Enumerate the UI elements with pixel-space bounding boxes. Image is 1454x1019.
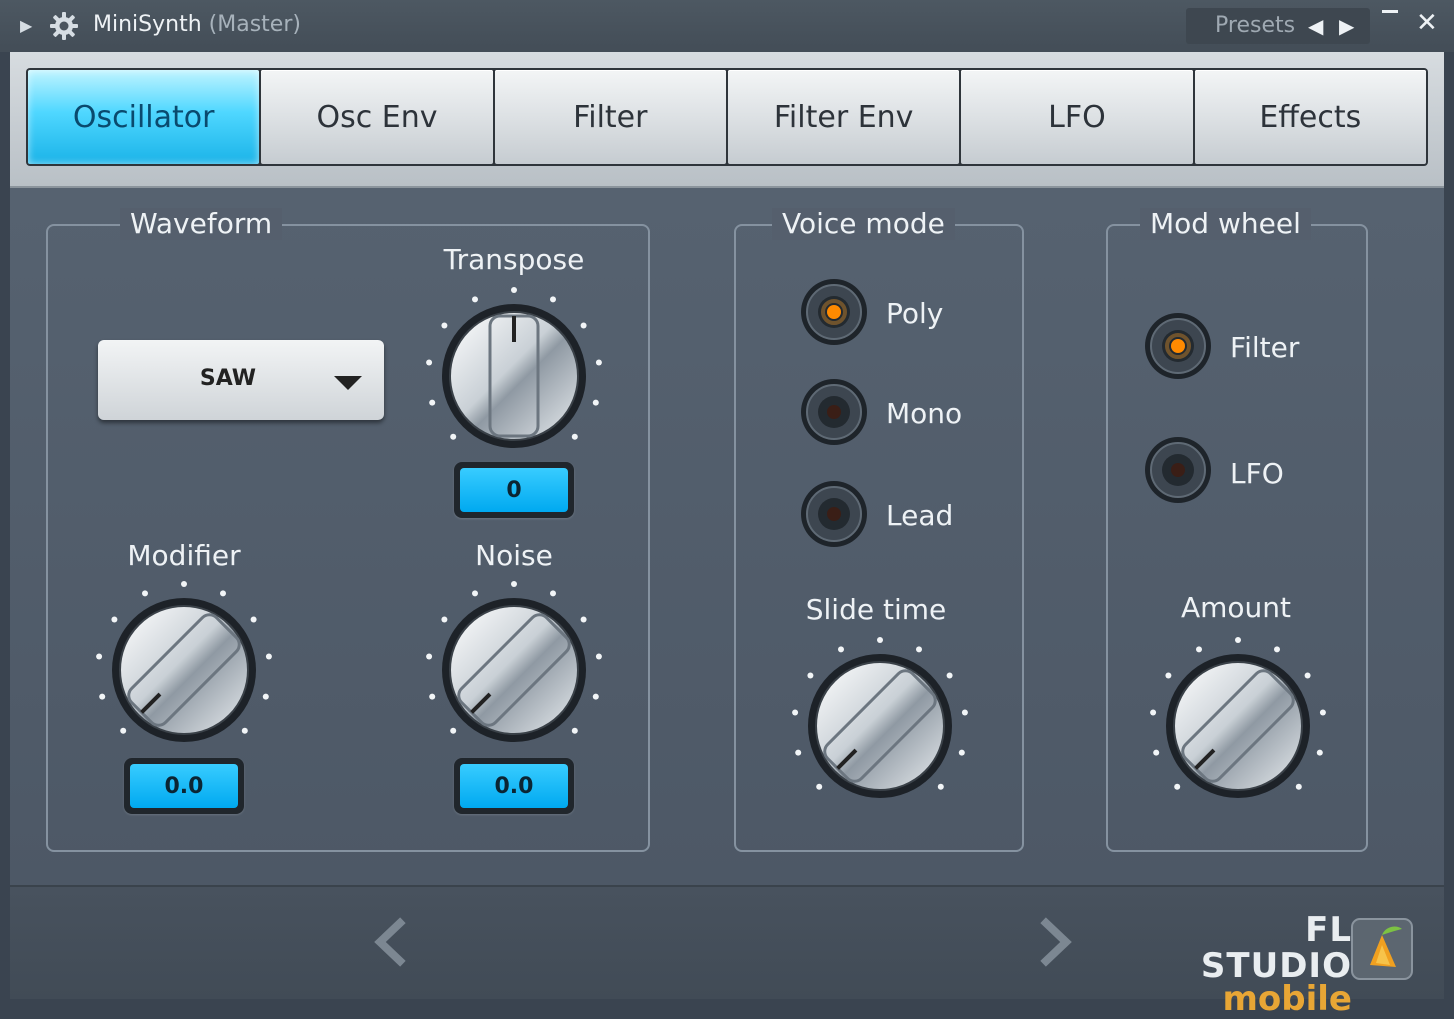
voice-poly-radio[interactable] [800, 278, 868, 346]
window-title-text: MiniSynth [93, 12, 202, 37]
transpose-value: 0 [460, 468, 568, 512]
window-title: MiniSynth (Master) [93, 11, 301, 39]
preset-next-icon[interactable]: ▶ [1339, 14, 1354, 38]
footer-bar: FL STUDIO mobile [10, 885, 1444, 1016]
tab-filter-env[interactable]: Filter Env [727, 70, 960, 164]
transpose-value-display[interactable]: 0 [454, 462, 574, 518]
chevron-left-icon[interactable] [370, 917, 410, 967]
modifier-label: Modifier [127, 539, 241, 572]
transpose-knob[interactable] [424, 286, 604, 466]
tab-effects[interactable]: Effects [1194, 70, 1426, 164]
tab-osc-env[interactable]: Osc Env [261, 70, 493, 164]
voice-mono-label[interactable]: Mono [886, 398, 962, 430]
modwheel-lfo-label[interactable]: LFO [1230, 458, 1284, 490]
presets-label[interactable]: Presets [1215, 12, 1295, 40]
fruit-logo-icon [1351, 918, 1413, 980]
expand-arrow-icon[interactable]: ▶ [20, 16, 32, 36]
waveform-group: Waveform SAW Transpose 0 Modifier 0.0 No… [46, 208, 650, 852]
modifier-value-display[interactable]: 0.0 [124, 758, 244, 814]
waveform-dropdown[interactable]: SAW [98, 340, 384, 420]
chevron-right-icon[interactable] [1036, 917, 1076, 967]
noise-label: Noise [475, 539, 553, 572]
voice-mode-group: Voice mode Poly Mono Lead Slide time [734, 208, 1024, 852]
voice-mono-radio[interactable] [800, 378, 868, 446]
waveform-selected-value: SAW [199, 366, 257, 391]
close-icon[interactable]: ✕ [1416, 8, 1438, 38]
modifier-knob[interactable] [94, 580, 274, 760]
modwheel-filter-radio[interactable] [1144, 312, 1212, 380]
amount-knob[interactable] [1148, 636, 1328, 816]
voice-poly-label[interactable]: Poly [886, 298, 943, 330]
modifier-value: 0.0 [130, 764, 238, 808]
tab-strip: Oscillator Osc Env Filter Filter Env LFO… [26, 68, 1428, 166]
transpose-label: Transpose [443, 243, 585, 276]
voice-mode-legend: Voice mode [772, 208, 955, 240]
presets-bar: Presets ◀ ▶ [1186, 8, 1370, 44]
brand-line-2: mobile [1222, 979, 1353, 1019]
voice-lead-label[interactable]: Lead [886, 500, 953, 532]
mod-wheel-group: Mod wheel Filter LFO Amount [1106, 208, 1368, 852]
slide-time-label: Slide time [805, 593, 947, 626]
dropdown-arrow-icon [334, 376, 362, 390]
brand-line-1: FL STUDIO [1200, 910, 1352, 986]
noise-value-display[interactable]: 0.0 [454, 758, 574, 814]
fl-studio-logo-text: FL STUDIO mobile [1182, 912, 1352, 1016]
waveform-legend: Waveform [120, 208, 283, 240]
minimize-icon[interactable] [1382, 10, 1398, 13]
title-bar: ▶ MiniSynth (Master) Presets ◀ ▶ ✕ [0, 0, 1454, 52]
preset-prev-icon[interactable]: ◀ [1308, 14, 1323, 38]
tab-oscillator[interactable]: Oscillator [28, 70, 260, 164]
slide-time-knob[interactable] [790, 636, 970, 816]
tab-bar: Oscillator Osc Env Filter Filter Env LFO… [10, 52, 1444, 188]
tab-lfo[interactable]: LFO [961, 70, 1193, 164]
main-panel: Waveform SAW Transpose 0 Modifier 0.0 No… [10, 188, 1444, 885]
noise-value: 0.0 [460, 764, 568, 808]
gear-icon[interactable] [48, 10, 80, 42]
tab-filter[interactable]: Filter [494, 70, 726, 164]
noise-knob[interactable] [424, 580, 604, 760]
amount-label: Amount [1180, 591, 1292, 624]
modwheel-lfo-radio[interactable] [1144, 436, 1212, 504]
modwheel-filter-label[interactable]: Filter [1230, 332, 1299, 364]
mod-wheel-legend: Mod wheel [1140, 208, 1311, 240]
voice-lead-radio[interactable] [800, 480, 868, 548]
window-subtitle: (Master) [208, 12, 301, 37]
